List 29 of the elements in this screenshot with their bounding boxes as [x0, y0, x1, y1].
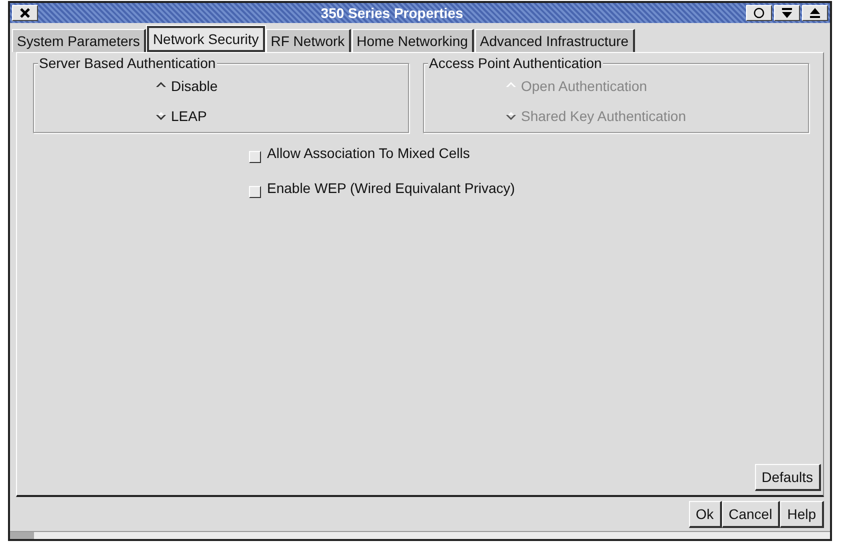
maximize-button[interactable] [802, 5, 828, 21]
tab[interactable]: System Parameters [12, 29, 146, 52]
up-triangle-icon [809, 7, 821, 19]
checkbox[interactable] [249, 186, 261, 198]
close-button[interactable] [12, 5, 38, 21]
window-title: 350 Series Properties [320, 5, 464, 21]
radio-label: Shared Key Authentication [521, 108, 686, 124]
radio-label: Disable [171, 78, 218, 94]
radio-label: LEAP [171, 108, 207, 124]
dialog-button[interactable]: Cancel [722, 501, 780, 528]
shade-button[interactable] [774, 5, 800, 21]
checkbox-label: Enable WEP (Wired Equivalant Privacy) [267, 180, 515, 196]
minimize-button[interactable] [746, 5, 772, 21]
defaults-button[interactable]: Defaults [754, 464, 821, 491]
dialog-button[interactable]: Ok [688, 501, 722, 528]
group-title: Server Based Authentication [38, 55, 217, 71]
radio-icon[interactable] [154, 109, 168, 123]
tab[interactable]: RF Network [266, 29, 351, 52]
checkbox[interactable] [249, 151, 261, 163]
checkbox-label: Allow Association To Mixed Cells [267, 145, 470, 161]
dialog-button[interactable]: Help [780, 501, 824, 528]
radio-label: Open Authentication [521, 78, 648, 94]
tab[interactable]: Advanced Infrastructure [474, 29, 635, 52]
circle-icon [753, 7, 765, 19]
tab[interactable]: Network Security [146, 26, 265, 52]
down-triangle-icon [781, 7, 793, 19]
close-icon [19, 7, 31, 19]
tab[interactable]: Home Networking [352, 29, 474, 52]
group-title: Access Point Authentication [428, 55, 603, 71]
